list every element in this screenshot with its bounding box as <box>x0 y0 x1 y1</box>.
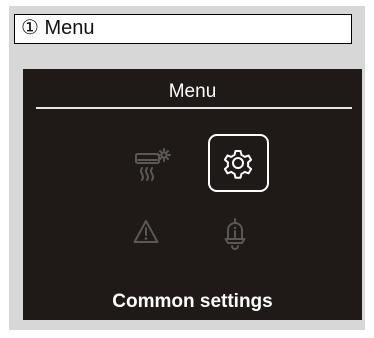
title-divider <box>36 107 352 109</box>
air-conditioner-settings-icon[interactable] <box>134 148 172 184</box>
gear-icon[interactable] <box>221 146 255 180</box>
device-screen: Menu Common settings <box>23 69 362 320</box>
figure-caption: ① Menu <box>14 14 352 44</box>
bell-info-icon[interactable] <box>224 218 246 250</box>
screen-title: Menu <box>168 81 217 102</box>
selected-item-label: Common settings <box>112 291 273 312</box>
warning-icon[interactable] <box>133 219 159 245</box>
